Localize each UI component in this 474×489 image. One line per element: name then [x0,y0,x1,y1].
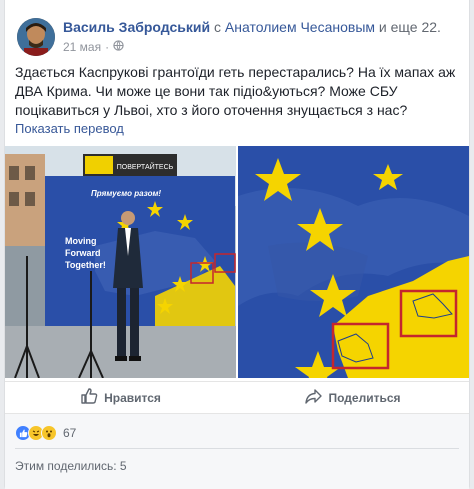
translate-link[interactable]: Показать перевод [15,121,124,136]
meta-dot: · [105,40,110,54]
banner-line2: Moving [65,236,97,246]
and-more-text: и еще 22. [378,19,441,35]
photo-map-zoom[interactable] [238,146,469,378]
action-bar: Нравится Поделиться [5,381,469,413]
photo-event[interactable]: ПОВЕРТАЙТЕСЬ Прямуємо разом! Moving Forw… [5,146,236,378]
like-label: Нравится [104,390,161,405]
post-meta: 21 мая · [63,40,124,54]
photo-grid: ПОВЕРТАЙТЕСЬ Прямуємо разом! Moving Forw… [5,146,469,378]
author-name[interactable]: Василь Забродський [63,19,210,35]
post-text: Здається Каспрукові грантоїди геть перес… [15,64,456,118]
and-more-link[interactable]: и еще 22. [379,19,441,35]
post-date[interactable]: 21 мая [63,40,101,54]
share-label: Поделиться [328,390,401,405]
wow-reaction-icon [41,425,57,441]
reaction-count: 67 [63,426,77,440]
banner-line4: Together! [65,260,106,270]
author-line: Василь Забродський с Анатолием Чесановым… [63,19,441,35]
thumbs-up-icon [81,388,98,407]
banner-line1: Прямуємо разом! [91,189,161,198]
post-header: Василь Забродський с Анатолием Чесановым… [15,13,461,57]
reaction-summary[interactable]: 67 [15,425,76,441]
shares-count[interactable]: Этим поделились: 5 [15,459,127,473]
post-card: Василь Забродський с Анатолием Чесановым… [4,0,470,489]
avatar[interactable] [17,18,55,56]
with-label: с [214,19,222,35]
globe-icon[interactable] [113,40,124,54]
banner-line3: Forward [65,248,101,258]
share-arrow-icon [305,388,323,407]
divider [15,448,459,449]
tagged-person[interactable]: Анатолием Чесановым [225,19,375,35]
reactions-section: 67 Этим поделились: 5 [5,413,469,489]
like-button[interactable]: Нравится [5,382,237,413]
sign-text: ПОВЕРТАЙТЕСЬ [117,162,174,171]
share-button[interactable]: Поделиться [237,382,469,413]
